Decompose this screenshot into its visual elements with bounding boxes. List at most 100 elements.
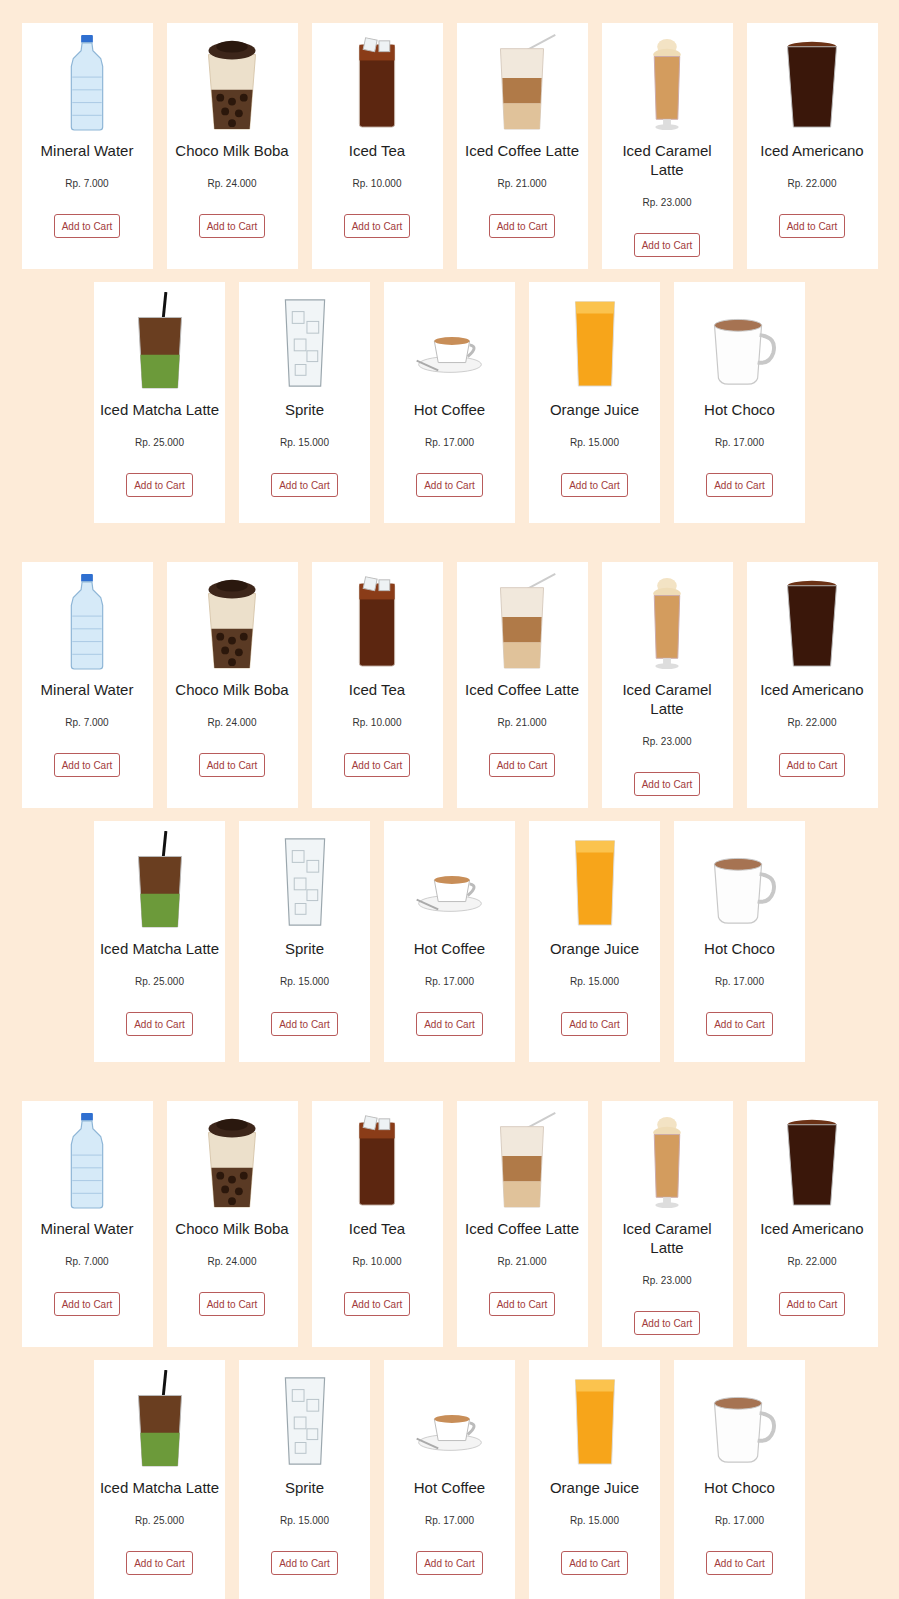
coffee-icon bbox=[409, 831, 491, 929]
juice-icon bbox=[554, 292, 636, 390]
add-to-cart-button[interactable]: Add to Cart bbox=[344, 214, 411, 238]
add-to-cart-button[interactable]: Add to Cart bbox=[706, 1012, 773, 1036]
americano-icon bbox=[771, 33, 853, 131]
product-name: Hot Coffee bbox=[414, 400, 485, 419]
product-price: Rp. 10.000 bbox=[353, 717, 402, 729]
add-to-cart-button[interactable]: Add to Cart bbox=[634, 772, 701, 796]
product-price: Rp. 25.000 bbox=[135, 437, 184, 449]
product-price: Rp. 22.000 bbox=[788, 1256, 837, 1268]
product-name: Sprite bbox=[285, 1478, 324, 1497]
product-name: Orange Juice bbox=[550, 400, 639, 419]
choco-icon bbox=[699, 831, 781, 929]
product-card: SpriteRp. 15.000Add to Cart bbox=[239, 1360, 370, 1599]
product-name: Hot Choco bbox=[704, 400, 775, 419]
add-to-cart-button[interactable]: Add to Cart bbox=[126, 1551, 193, 1575]
add-to-cart-button[interactable]: Add to Cart bbox=[416, 1012, 483, 1036]
tea-icon bbox=[336, 572, 418, 670]
juice-icon bbox=[554, 1370, 636, 1468]
add-to-cart-button[interactable]: Add to Cart bbox=[489, 753, 556, 777]
product-price: Rp. 25.000 bbox=[135, 1515, 184, 1527]
product-card: Iced TeaRp. 10.000Add to Cart bbox=[312, 23, 443, 269]
product-card: Choco Milk BobaRp. 24.000Add to Cart bbox=[167, 1101, 298, 1347]
add-to-cart-button[interactable]: Add to Cart bbox=[779, 214, 846, 238]
product-name: Orange Juice bbox=[550, 1478, 639, 1497]
caramel-icon bbox=[626, 1111, 708, 1209]
sprite-icon bbox=[264, 1370, 346, 1468]
product-name: Sprite bbox=[285, 939, 324, 958]
product-card: Mineral Water Rp. 7.000 Add to Cart bbox=[22, 562, 153, 808]
product-price: Rp. 23.000 bbox=[643, 197, 692, 209]
product-card: Mineral WaterRp. 7.000Add to Cart bbox=[22, 1101, 153, 1347]
product-price: Rp. 21.000 bbox=[498, 178, 547, 190]
add-to-cart-button[interactable]: Add to Cart bbox=[199, 214, 266, 238]
add-to-cart-button[interactable]: Add to Cart bbox=[126, 473, 193, 497]
product-card: Hot CoffeeRp. 17.000Add to Cart bbox=[384, 1360, 515, 1599]
add-to-cart-button[interactable]: Add to Cart bbox=[634, 233, 701, 257]
americano-icon bbox=[771, 1111, 853, 1209]
add-to-cart-button[interactable]: Add to Cart bbox=[561, 1551, 628, 1575]
product-name: Orange Juice bbox=[550, 939, 639, 958]
add-to-cart-button[interactable]: Add to Cart bbox=[489, 214, 556, 238]
add-to-cart-button[interactable]: Add to Cart bbox=[271, 1012, 338, 1036]
tea-icon bbox=[336, 1111, 418, 1209]
add-to-cart-button[interactable]: Add to Cart bbox=[54, 753, 121, 777]
product-name: Mineral Water bbox=[41, 680, 134, 699]
add-to-cart-button[interactable]: Add to Cart bbox=[561, 473, 628, 497]
add-to-cart-button[interactable]: Add to Cart bbox=[199, 1292, 266, 1316]
product-price: Rp. 25.000 bbox=[135, 976, 184, 988]
product-card: Orange Juice Rp. 15.000 Add to Cart bbox=[529, 282, 660, 523]
sprite-icon bbox=[264, 292, 346, 390]
product-price: Rp. 17.000 bbox=[425, 1515, 474, 1527]
product-card: Iced Coffee LatteRp. 21.000Add to Cart bbox=[457, 1101, 588, 1347]
product-name: Choco Milk Boba bbox=[175, 680, 288, 699]
add-to-cart-button[interactable]: Add to Cart bbox=[271, 1551, 338, 1575]
matcha-icon bbox=[119, 292, 201, 390]
product-price: Rp. 10.000 bbox=[353, 1256, 402, 1268]
add-to-cart-button[interactable]: Add to Cart bbox=[706, 1551, 773, 1575]
add-to-cart-button[interactable]: Add to Cart bbox=[779, 753, 846, 777]
add-to-cart-button[interactable]: Add to Cart bbox=[706, 473, 773, 497]
product-name: Iced Coffee Latte bbox=[465, 680, 579, 699]
product-name: Iced Tea bbox=[349, 680, 405, 699]
product-name: Iced Caramel Latte bbox=[606, 1219, 729, 1257]
product-card: Choco Milk Boba Rp. 24.000 Add to Cart bbox=[167, 562, 298, 808]
menu-section: Mineral WaterRp. 7.000Add to CartChoco M… bbox=[0, 23, 899, 523]
add-to-cart-button[interactable]: Add to Cart bbox=[126, 1012, 193, 1036]
product-price: Rp. 23.000 bbox=[643, 736, 692, 748]
product-price: Rp. 15.000 bbox=[280, 976, 329, 988]
product-price: Rp. 15.000 bbox=[570, 437, 619, 449]
product-card: Hot CoffeeRp. 17.000Add to Cart bbox=[384, 821, 515, 1062]
product-price: Rp. 7.000 bbox=[65, 178, 108, 190]
add-to-cart-button[interactable]: Add to Cart bbox=[779, 1292, 846, 1316]
product-price: Rp. 15.000 bbox=[570, 976, 619, 988]
add-to-cart-button[interactable]: Add to Cart bbox=[271, 473, 338, 497]
add-to-cart-button[interactable]: Add to Cart bbox=[489, 1292, 556, 1316]
add-to-cart-button[interactable]: Add to Cart bbox=[416, 1551, 483, 1575]
add-to-cart-button[interactable]: Add to Cart bbox=[199, 753, 266, 777]
product-name: Iced Matcha Latte bbox=[100, 939, 219, 958]
add-to-cart-button[interactable]: Add to Cart bbox=[54, 214, 121, 238]
latte-icon bbox=[481, 572, 563, 670]
product-card: SpriteRp. 15.000Add to Cart bbox=[239, 282, 370, 523]
product-card: Iced Tea Rp. 10.000 Add to Cart bbox=[312, 562, 443, 808]
add-to-cart-button[interactable]: Add to Cart bbox=[416, 473, 483, 497]
product-card: Iced Matcha LatteRp. 25.000Add to Cart bbox=[94, 282, 225, 523]
product-card: Sprite Rp. 15.000 Add to Cart bbox=[239, 821, 370, 1062]
product-card: Hot ChocoRp. 17.000Add to Cart bbox=[674, 282, 805, 523]
sprite-icon bbox=[264, 831, 346, 929]
add-to-cart-button[interactable]: Add to Cart bbox=[344, 753, 411, 777]
add-to-cart-button[interactable]: Add to Cart bbox=[344, 1292, 411, 1316]
product-price: Rp. 24.000 bbox=[208, 717, 257, 729]
add-to-cart-button[interactable]: Add to Cart bbox=[561, 1012, 628, 1036]
add-to-cart-button[interactable]: Add to Cart bbox=[634, 1311, 701, 1335]
product-price: Rp. 15.000 bbox=[570, 1515, 619, 1527]
product-price: Rp. 7.000 bbox=[65, 717, 108, 729]
product-price: Rp. 7.000 bbox=[65, 1256, 108, 1268]
product-price: Rp. 21.000 bbox=[498, 1256, 547, 1268]
product-price: Rp. 17.000 bbox=[425, 437, 474, 449]
add-to-cart-button[interactable]: Add to Cart bbox=[54, 1292, 121, 1316]
product-card: Iced Matcha LatteRp. 25.000Add to Cart bbox=[94, 1360, 225, 1599]
americano-icon bbox=[771, 572, 853, 670]
juice-icon bbox=[554, 831, 636, 929]
product-card: Iced Caramel LatteRp. 23.000Add to Cart bbox=[602, 23, 733, 269]
